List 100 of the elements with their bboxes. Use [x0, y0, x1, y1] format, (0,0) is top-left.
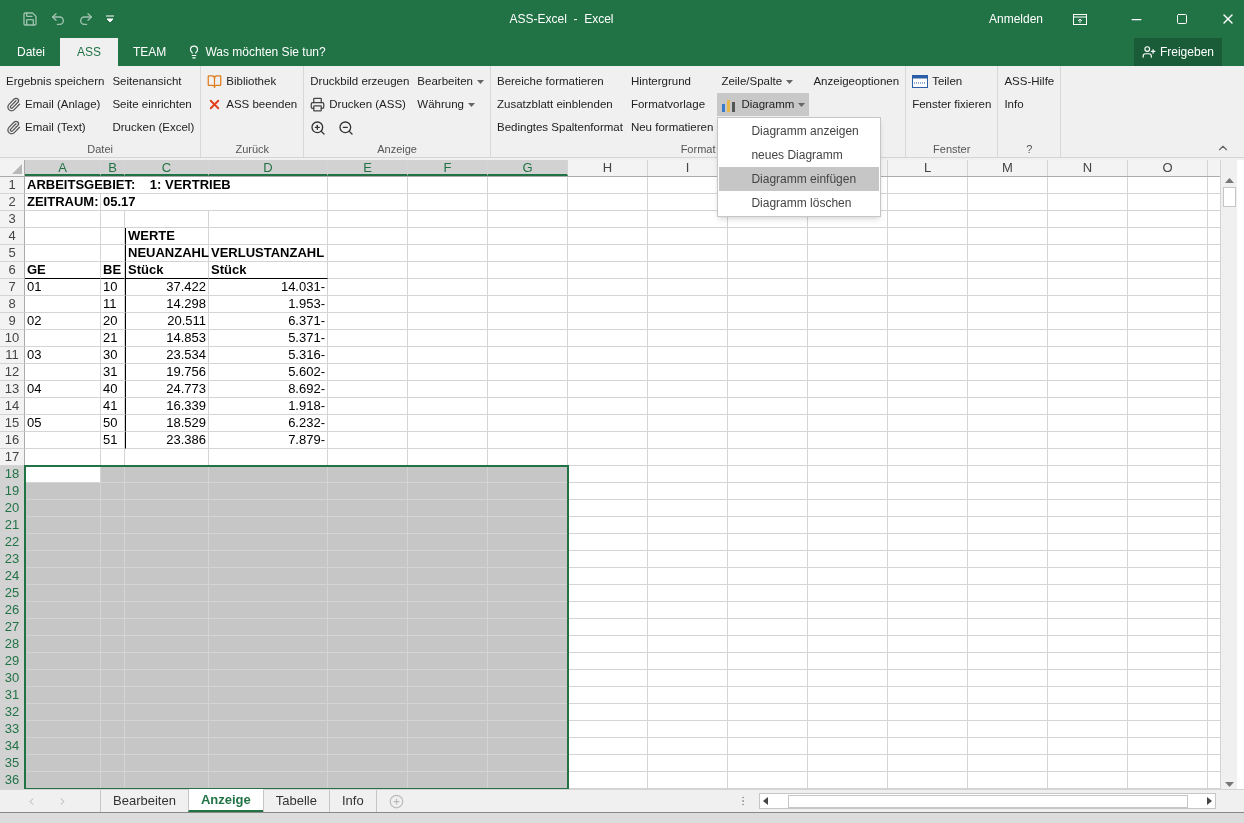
column-header[interactable]: N [1048, 160, 1128, 176]
table-cell[interactable]: 5.371- [209, 330, 328, 347]
scroll-thumb[interactable] [787, 794, 1188, 808]
row-header[interactable]: 19 [0, 483, 25, 500]
maximize-icon[interactable] [1176, 13, 1188, 25]
ribbon-tab[interactable]: TEAM [122, 38, 178, 66]
table-cell[interactable]: 6.232- [209, 415, 328, 432]
save-icon[interactable] [22, 11, 38, 27]
scroll-thumb[interactable] [1222, 187, 1236, 207]
row-header[interactable]: 21 [0, 517, 25, 534]
table-cell[interactable]: ZEITRAUM: [25, 194, 101, 211]
row-header[interactable]: 16 [0, 432, 25, 449]
table-cell[interactable]: 1.953- [209, 296, 328, 313]
menu-item[interactable]: Diagramm löschen [719, 191, 880, 215]
column-header[interactable]: O [1128, 160, 1208, 176]
row-header[interactable]: 28 [0, 636, 25, 653]
row-header[interactable]: 29 [0, 653, 25, 670]
row-header[interactable]: 13 [0, 381, 25, 398]
dropdown-button[interactable]: Währung [413, 93, 479, 116]
row-header[interactable]: 36 [0, 772, 25, 789]
scroll-up-icon[interactable] [1224, 178, 1234, 183]
row-header[interactable]: 7 [0, 279, 25, 296]
row-header[interactable]: 15 [0, 415, 25, 432]
redo-icon[interactable] [78, 11, 94, 27]
row-header[interactable]: 30 [0, 670, 25, 687]
row-header[interactable]: 27 [0, 619, 25, 636]
table-cell[interactable]: 50 [101, 415, 125, 432]
column-header[interactable]: D [209, 160, 328, 176]
ribbon-button[interactable]: Anzeigeoptionen [809, 70, 904, 93]
table-cell[interactable]: 05 [25, 415, 101, 432]
ribbon-button[interactable]: Drucken (Excel) [108, 116, 199, 139]
ribbon-tab[interactable]: Datei [6, 38, 56, 66]
ribbon-button[interactable]: Teilen [908, 70, 967, 93]
table-cell[interactable]: BE [101, 262, 125, 279]
row-header[interactable]: 8 [0, 296, 25, 313]
row-header[interactable]: 6 [0, 262, 25, 279]
vertical-scrollbar[interactable] [1220, 160, 1237, 789]
table-cell[interactable]: 5.602- [209, 364, 328, 381]
column-header[interactable]: H [568, 160, 648, 176]
column-header[interactable]: B [101, 160, 125, 176]
row-header[interactable]: 34 [0, 738, 25, 755]
row-header[interactable]: 23 [0, 551, 25, 568]
horizontal-scrollbar[interactable] [759, 793, 1216, 809]
column-header[interactable]: G [488, 160, 568, 176]
column-header[interactable]: L [888, 160, 968, 176]
ribbon-button[interactable]: Seite einrichten [108, 93, 196, 116]
row-header[interactable]: 1 [0, 177, 25, 194]
row-header[interactable]: 12 [0, 364, 25, 381]
ribbon-button[interactable]: Hintergrund [626, 70, 695, 93]
row-header[interactable]: 5 [0, 245, 25, 262]
add-sheet-icon[interactable] [388, 793, 404, 809]
scroll-right-icon[interactable] [1207, 797, 1212, 805]
table-cell[interactable]: 05.17 [101, 194, 328, 211]
zoom-out-button[interactable] [338, 119, 355, 136]
ribbon-tab[interactable]: ASS [60, 38, 119, 66]
table-cell[interactable]: 21 [101, 330, 125, 347]
table-cell[interactable]: 1.918- [209, 398, 328, 415]
row-header[interactable]: 14 [0, 398, 25, 415]
table-cell[interactable]: 10 [101, 279, 125, 296]
ribbon-button[interactable]: Bereiche formatieren [492, 70, 608, 93]
table-cell[interactable]: 19.756 [125, 364, 209, 381]
table-cell[interactable]: GE [25, 262, 101, 279]
ribbon-button[interactable]: Info [1000, 93, 1028, 116]
table-cell[interactable]: 20 [101, 313, 125, 330]
row-header[interactable]: 2 [0, 194, 25, 211]
table-cell[interactable]: 40 [101, 381, 125, 398]
ribbon-button[interactable]: Ergebnis speichern [2, 70, 109, 93]
row-header[interactable]: 35 [0, 755, 25, 772]
row-header[interactable]: 26 [0, 602, 25, 619]
table-cell[interactable]: NEUANZAHL [125, 245, 209, 262]
ribbon-button[interactable]: Formatvorlage [626, 93, 710, 116]
table-cell[interactable]: 5.316- [209, 347, 328, 364]
search-field[interactable]: Was möchten Sie tun? [205, 43, 366, 61]
table-cell[interactable]: 02 [25, 313, 101, 330]
table-cell[interactable]: 01 [25, 279, 101, 296]
dropdown-button[interactable]: Diagramm [717, 93, 810, 116]
table-cell[interactable]: Stück [125, 262, 209, 279]
table-cell[interactable]: 03 [25, 347, 101, 364]
ribbon-button[interactable]: Zusatzblatt einblenden [492, 93, 617, 116]
dropdown-button[interactable]: Bearbeiten [413, 70, 488, 93]
table-cell[interactable]: WERTE [125, 228, 209, 245]
menu-item[interactable]: Diagramm anzeigen [719, 119, 880, 143]
table-cell[interactable]: 51 [101, 432, 125, 449]
table-cell[interactable]: 18.529 [125, 415, 209, 432]
row-header[interactable]: 20 [0, 500, 25, 517]
column-header[interactable]: E [328, 160, 408, 176]
row-header[interactable]: 9 [0, 313, 25, 330]
table-cell[interactable]: 23.534 [125, 347, 209, 364]
column-header[interactable]: I [648, 160, 728, 176]
dropdown-button[interactable]: Zeile/Spalte [717, 70, 798, 93]
scroll-down-icon[interactable] [1224, 782, 1234, 787]
menu-item[interactable]: Diagramm einfügen [719, 167, 880, 191]
row-header[interactable]: 32 [0, 704, 25, 721]
sheet-tab[interactable]: Anzeige [187, 789, 263, 812]
row-header[interactable]: 24 [0, 568, 25, 585]
undo-icon[interactable] [50, 11, 66, 27]
ribbon-button[interactable]: Bedingtes Spaltenformat [492, 116, 627, 139]
sign-in-link[interactable]: Anmelden [988, 10, 1043, 28]
table-cell[interactable]: VERLUSTANZAHL [209, 245, 328, 262]
table-cell[interactable]: 37.422 [125, 279, 209, 296]
